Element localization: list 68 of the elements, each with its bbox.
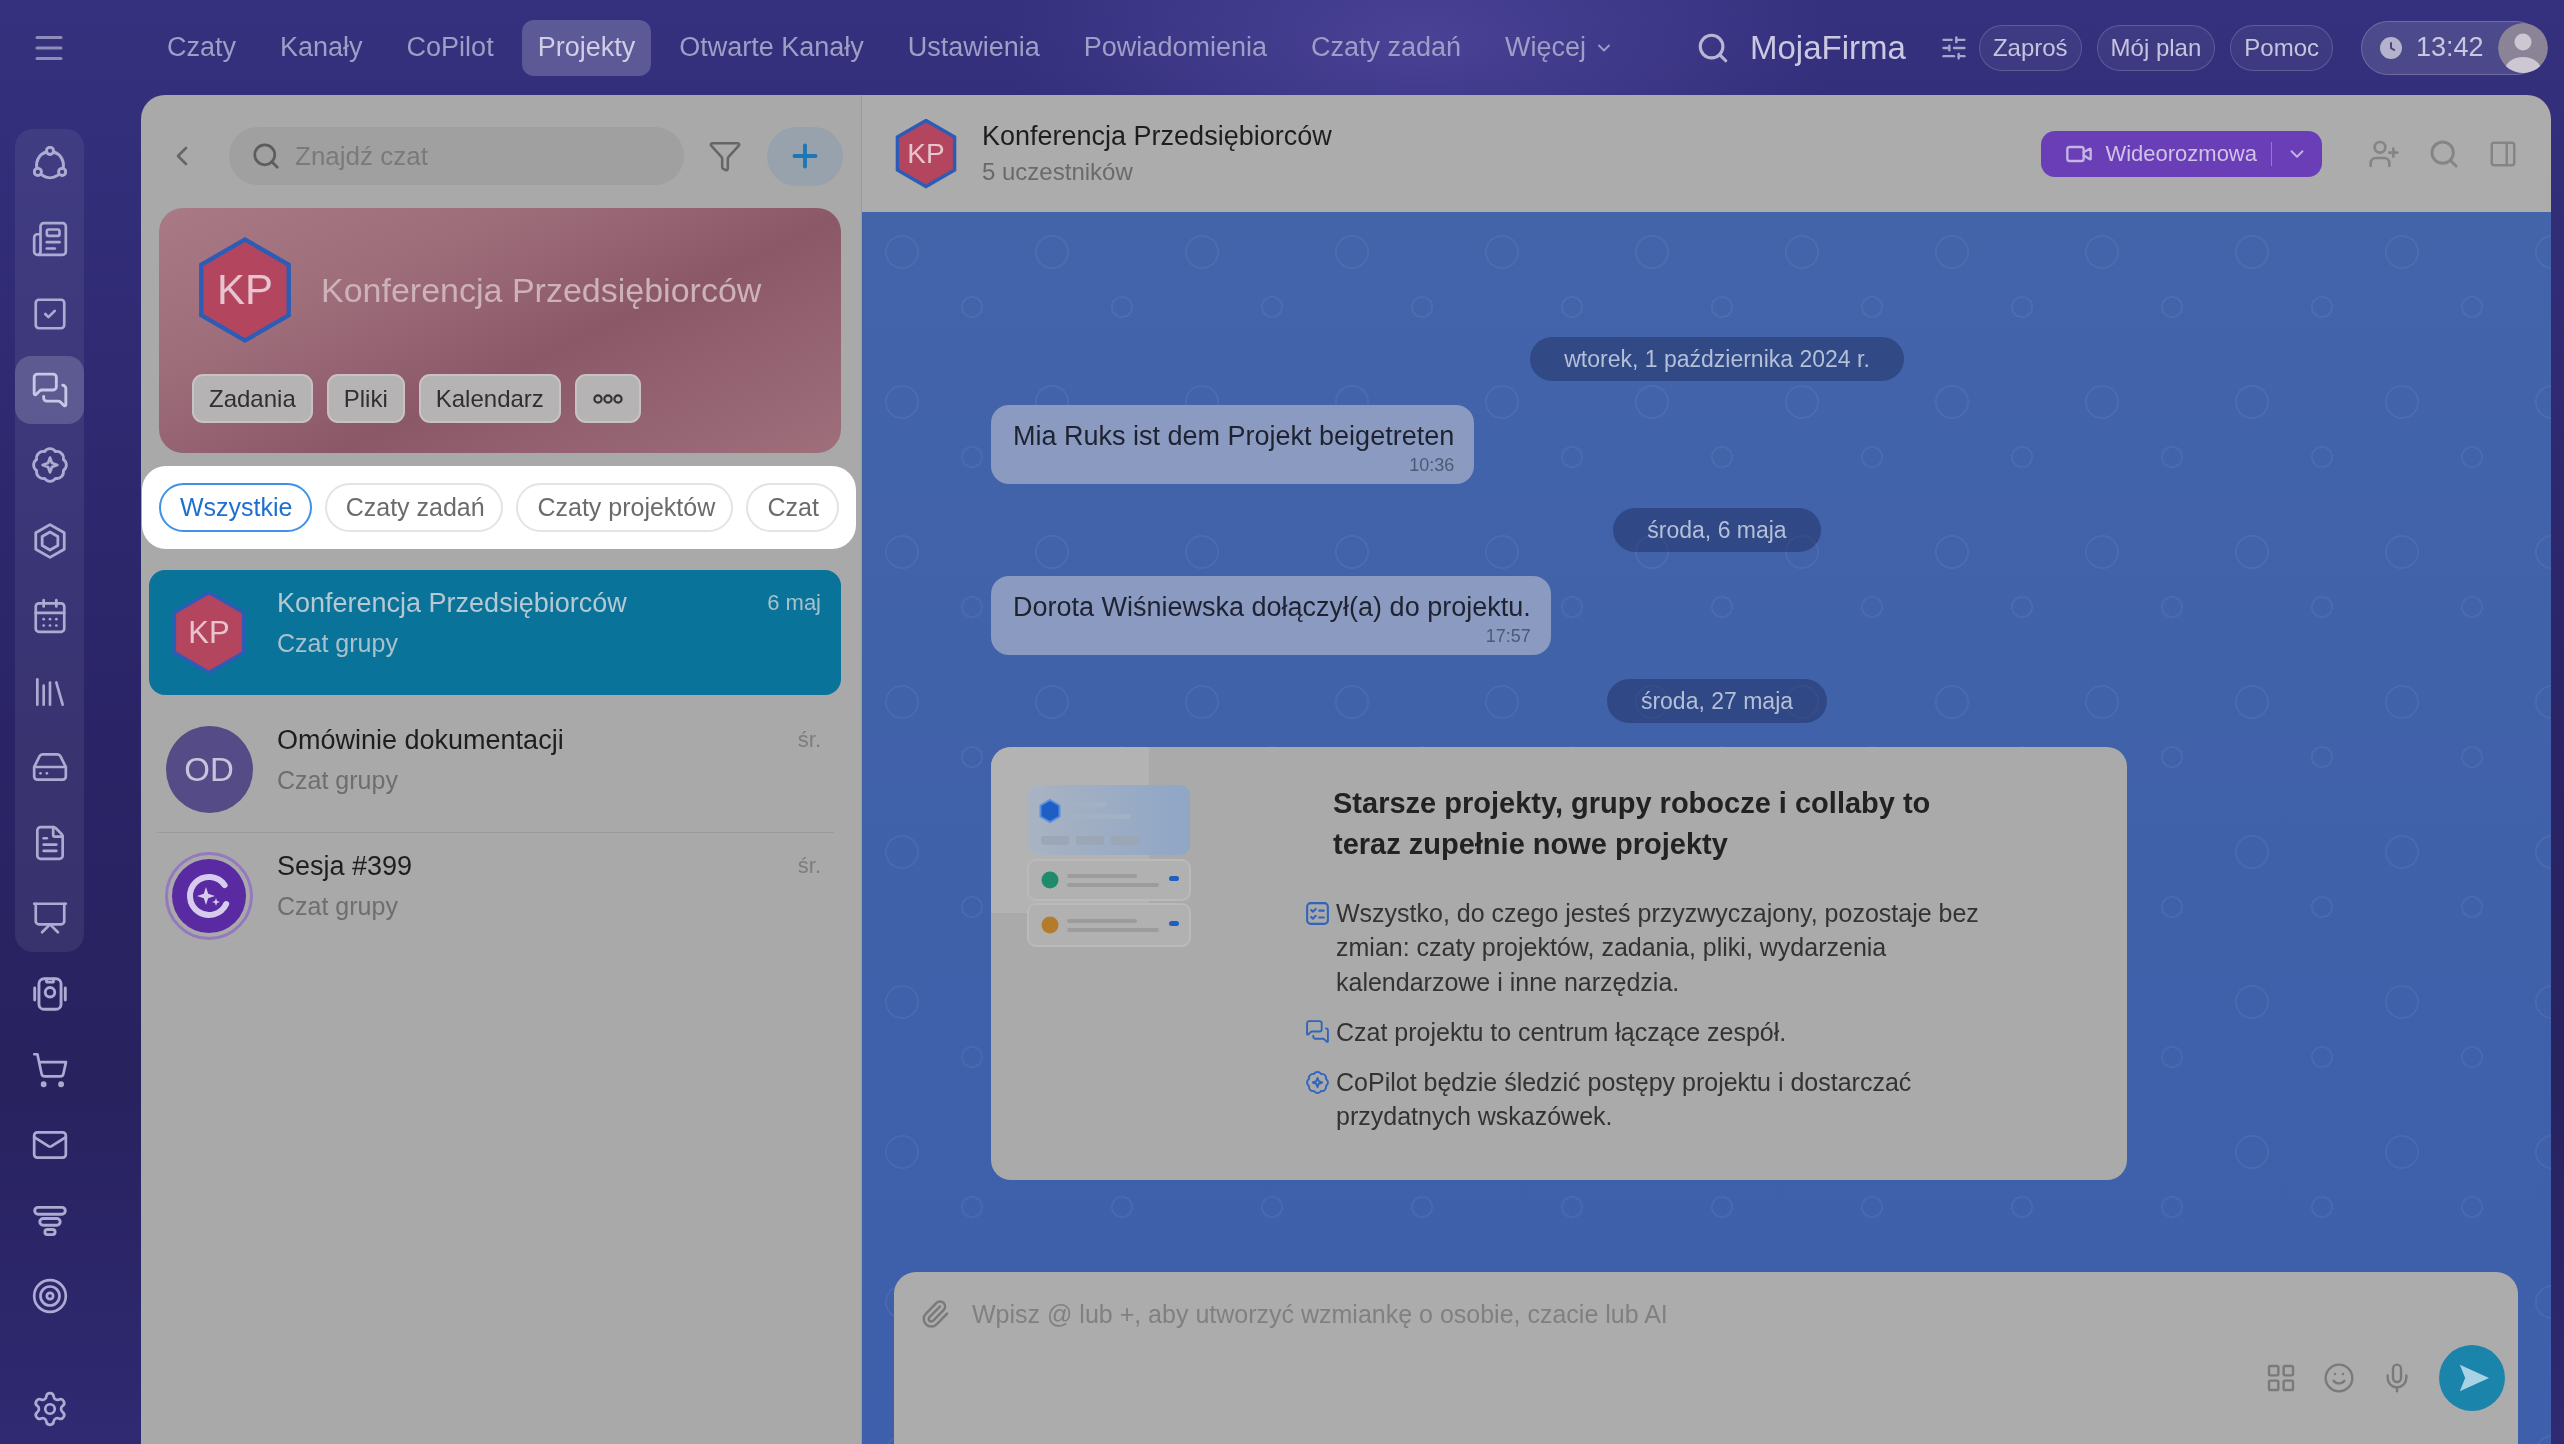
nav-tab[interactable]: Czaty <box>151 19 253 76</box>
info-point-text: Czat projektu to centrum łączące zespół. <box>1336 1016 1787 1048</box>
sidebar-item[interactable] <box>15 355 84 424</box>
send-icon <box>2458 1363 2490 1393</box>
project-title: Konferencja Przedsiębiorców <box>321 270 762 310</box>
more-dots-icon <box>592 392 623 405</box>
hexagon-icon <box>31 522 68 559</box>
message-time: 10:36 <box>1409 455 1455 475</box>
chat-title: Sesja #399 <box>277 850 414 883</box>
company-name: MojaFirma <box>1750 28 1906 67</box>
nav-tab[interactable]: Więcej <box>1489 19 1631 76</box>
more-button[interactable] <box>574 374 641 423</box>
checklist-icon <box>1306 901 1329 925</box>
info-card-title: Starsze projekty, grupy robocze i collaby to teraz zupełnie nowe projekty <box>1333 786 1932 862</box>
chat-title: Konferencja Przedsiębiorców <box>277 587 628 620</box>
message-text: Mia Ruks ist dem Projekt beigetreten <box>1013 420 1455 453</box>
nav-tab[interactable]: Czaty zadań <box>1294 19 1478 76</box>
date-separator: wtorek, 1 października 2024 r. <box>1530 337 1904 381</box>
chat-subtitle: Czat grupy <box>277 891 399 922</box>
chat-date: 6 maj <box>767 589 821 617</box>
video-call-button[interactable]: Wideorozmowa <box>2041 130 2322 177</box>
cart-icon <box>30 1050 69 1089</box>
nav-tab[interactable]: Powiadomienia <box>1067 19 1283 76</box>
top-bar-button[interactable]: Pomoc <box>2230 24 2333 71</box>
connected-dots-icon <box>32 146 67 180</box>
search-icon <box>251 141 281 171</box>
paperclip-icon[interactable] <box>920 1299 950 1329</box>
chat-subtitle: Czat grupy <box>277 765 399 796</box>
stacked-bars-icon <box>32 1203 67 1238</box>
filter-tab[interactable]: Wszystkie <box>159 483 312 532</box>
top-bar-button[interactable]: Mój plan <box>2096 24 2216 71</box>
filter-tab[interactable]: Czat <box>746 483 839 532</box>
shortcut-button[interactable]: Pliki <box>326 374 405 423</box>
participant-count: 5 uczestników <box>982 156 1134 187</box>
message-text: Dorota Wiśniewska dołączył(a) do projektu. <box>1013 591 1531 624</box>
conversation-title: Konferencja Przedsiębiorców <box>982 119 1332 153</box>
top-bar-button[interactable]: Zaproś <box>1978 24 2082 71</box>
chat-row[interactable]: KP Konferencja Przedsiębiorców Czat grupy 6 maj <box>149 570 841 695</box>
filter-tab[interactable]: Czaty projektów <box>516 483 734 532</box>
chat-bubbles-icon <box>30 370 69 409</box>
sparkle-badge-icon <box>31 447 68 483</box>
id-badge-icon <box>32 977 67 1011</box>
shortcut-button[interactable]: Kalendarz <box>418 374 561 423</box>
info-point-text: CoPilot będzie śledzić postępy projektu i dostarczać przydatnych wskazówek. <box>1336 1067 1913 1133</box>
date-separator: środa, 6 maja <box>1613 508 1821 552</box>
clock-icon <box>2380 36 2402 59</box>
user-avatar-icon[interactable] <box>2497 22 2548 73</box>
nav-tab[interactable]: Otwarte Kanały <box>663 19 880 76</box>
date-separator: środa, 27 maja <box>1606 679 1828 723</box>
nav-tab[interactable]: CoPilot <box>390 19 510 76</box>
presentation-board-icon <box>30 899 69 937</box>
chat-bubbles-icon <box>1305 1019 1330 1045</box>
chat-subtitle: Czat grupy <box>277 628 399 659</box>
group-avatar: OD <box>165 726 253 813</box>
newspaper-icon <box>30 219 69 258</box>
clock-time: 13:42 <box>2416 32 2484 63</box>
nav-tab[interactable]: Ustawienia <box>891 19 1056 76</box>
sliders-icon[interactable] <box>1939 33 1968 62</box>
chat-title: Omówinie dokumentacji <box>277 724 565 757</box>
filter-tab[interactable]: Czaty zadań <box>324 483 504 532</box>
info-point-text: Wszystko, do czego jesteś przyzwyczajony, pozostaje bez zmian: czaty projektów, zadania, pliki, wydarzenia kalendarzowe i inne narzędzia. <box>1336 898 1980 998</box>
sparkle-avatar-icon <box>165 851 253 940</box>
sparkle-badge-icon <box>1306 1070 1329 1094</box>
nav-tab[interactable]: Projekty <box>521 19 652 76</box>
nav-tab[interactable]: Kanały <box>264 19 379 76</box>
message-time: 17:57 <box>1485 626 1531 646</box>
shortcut-button[interactable]: Zadania <box>192 374 313 423</box>
target-icon <box>30 1277 69 1315</box>
